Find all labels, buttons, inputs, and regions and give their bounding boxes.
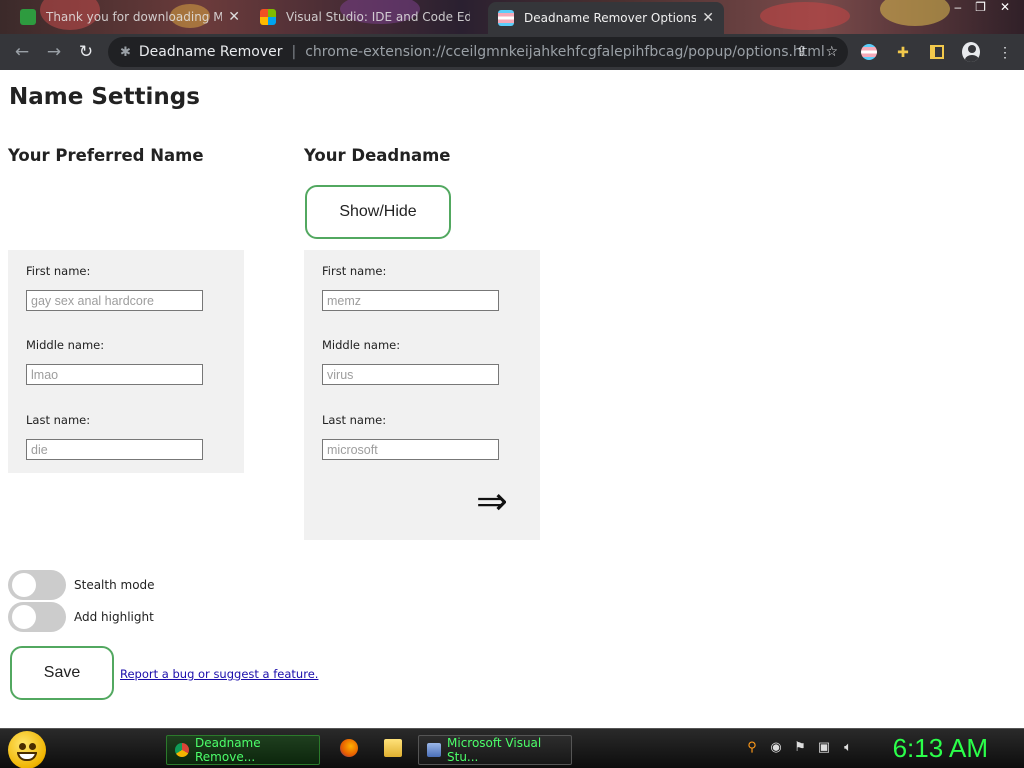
system-tray: ⚲ ◉ ⚑ ▣ 🔈︎ (744, 739, 856, 755)
display-icon[interactable]: ▣ (816, 739, 832, 755)
taskbar-item-chrome[interactable]: Deadname Remove... (166, 735, 320, 765)
deadname-middle-name-input[interactable] (322, 364, 499, 385)
clock[interactable]: 6:13 AM (893, 733, 988, 764)
preferred-last-name-input[interactable] (26, 439, 203, 460)
search-icon[interactable]: ⚲ (744, 739, 760, 755)
close-window-icon[interactable]: ✕ (1000, 0, 1010, 16)
deadname-heading: Your Deadname (304, 146, 451, 165)
stealth-mode-label: Stealth mode (74, 578, 155, 592)
show-hide-button[interactable]: Show/Hide (305, 185, 451, 239)
maximize-icon[interactable]: ❐ (975, 0, 986, 16)
folder-icon[interactable] (384, 739, 402, 757)
side-panel-icon[interactable] (928, 43, 946, 61)
last-name-label: Last name: (26, 413, 91, 427)
back-icon[interactable]: ← (6, 42, 38, 62)
task-label: Deadname Remove... (195, 736, 261, 764)
preferred-name-heading: Your Preferred Name (8, 146, 204, 165)
start-smiley-icon[interactable] (8, 731, 46, 768)
firefox-icon[interactable] (340, 739, 358, 757)
trans-flag-icon[interactable] (860, 43, 878, 61)
tab-title: Thank you for downloading Mi... (46, 10, 223, 24)
preferred-name-panel: First name: Middle name: Last name: (8, 250, 244, 473)
preferred-middle-name-input[interactable] (26, 364, 203, 385)
network-icon[interactable]: ⚑ (792, 739, 808, 755)
divider: | (291, 44, 297, 60)
deadname-last-name-input[interactable] (322, 439, 499, 460)
middle-name-label: Middle name: (26, 338, 105, 352)
page-title: Name Settings (9, 84, 200, 110)
stealth-mode-toggle[interactable] (8, 570, 66, 600)
volume-icon[interactable]: 🔈︎ (840, 739, 856, 755)
browser-toolbar: ← → ↻ ✱ Deadname Remover | chrome-extens… (0, 34, 1024, 70)
forward-icon[interactable]: → (38, 42, 70, 62)
task-label: Microsoft Visual Stu... (447, 736, 542, 764)
deadname-panel: First name: Middle name: Last name: ⇒ (304, 250, 540, 540)
status-icon[interactable]: ◉ (768, 739, 784, 755)
close-tab-icon[interactable]: ✕ (702, 10, 714, 26)
profile-icon[interactable] (962, 42, 980, 62)
tab-deadname-options[interactable]: Deadname Remover Options ✕ (488, 2, 724, 34)
first-name-label: First name: (26, 264, 91, 278)
tab-title: Visual Studio: IDE and Code Edit... (286, 10, 470, 24)
window-controls: – ❐ ✕ (954, 0, 1024, 16)
close-tab-icon[interactable]: ✕ (228, 9, 240, 25)
add-highlight-label: Add highlight (74, 610, 154, 624)
browser-tab-strip: Thank you for downloading Mi... ✕ Visual… (0, 0, 1024, 34)
deadname-first-name-input[interactable] (322, 290, 499, 311)
star-icon[interactable]: ☆ (825, 44, 838, 60)
report-bug-link[interactable]: Report a bug or suggest a feature. (120, 667, 318, 681)
tab-title: Deadname Remover Options (524, 11, 697, 25)
taskbar: Deadname Remove... Microsoft Visual Stu.… (0, 728, 1024, 768)
address-bar[interactable]: ✱ Deadname Remover | chrome-extension://… (108, 37, 848, 67)
share-icon[interactable]: ⇪ (796, 44, 808, 60)
installer-icon (427, 743, 441, 757)
options-page: Name Settings Your Preferred Name Your D… (0, 70, 1024, 728)
first-name-label: First name: (322, 264, 387, 278)
add-highlight-toggle[interactable] (8, 602, 66, 632)
trans-flag-favicon-icon (498, 10, 514, 26)
menu-icon[interactable]: ⋮ (996, 43, 1014, 61)
save-button[interactable]: Save (10, 646, 114, 700)
chrome-icon (175, 743, 189, 757)
tab-download[interactable]: Thank you for downloading Mi... ✕ (10, 2, 250, 32)
puzzle-icon[interactable]: ✚ (894, 43, 912, 61)
middle-name-label: Middle name: (322, 338, 401, 352)
reload-icon[interactable]: ↻ (70, 42, 102, 62)
stealth-mode-row: Stealth mode (8, 570, 155, 600)
url-text[interactable]: chrome-extension://cceilgmnkeijahkehfcgf… (305, 44, 825, 60)
add-highlight-row: Add highlight (8, 602, 154, 632)
download-favicon-icon (20, 9, 36, 25)
preferred-first-name-input[interactable] (26, 290, 203, 311)
last-name-label: Last name: (322, 413, 387, 427)
minimize-icon[interactable]: – (954, 0, 961, 16)
puzzle-icon: ✱ (120, 44, 131, 60)
copy-arrow-icon[interactable]: ⇒ (476, 482, 508, 520)
extension-name: Deadname Remover (138, 44, 283, 60)
microsoft-favicon-icon (260, 9, 276, 25)
tab-visual-studio[interactable]: Visual Studio: IDE and Code Edit... (250, 2, 480, 32)
taskbar-item-installer[interactable]: Microsoft Visual Stu... (418, 735, 572, 765)
